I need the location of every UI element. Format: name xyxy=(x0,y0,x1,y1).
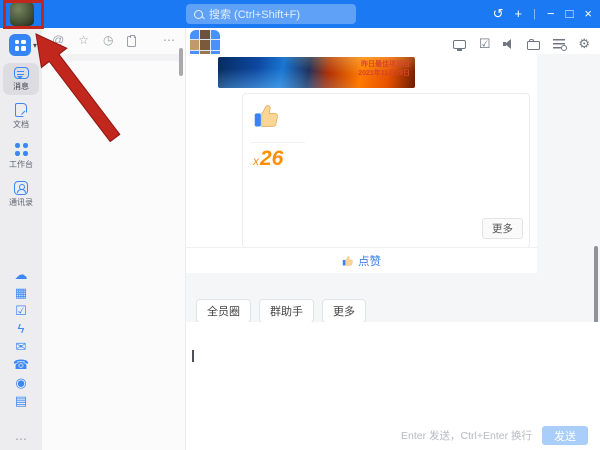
list-more-button[interactable]: ⋯ xyxy=(163,33,175,47)
nav-label: 消息 xyxy=(13,81,29,92)
chat-header-actions: ☑ ⚙ xyxy=(453,36,590,52)
nav-label: 工作台 xyxy=(9,159,33,170)
minimize-button[interactable]: − xyxy=(547,0,555,28)
task-icon[interactable]: ☑ xyxy=(479,36,491,52)
sidebar-item-messages[interactable]: 消息 xyxy=(3,63,39,95)
chat-panel: ☑ ⚙ 昨日最佳项目组 2021年11月29日 x26 xyxy=(186,28,600,450)
mention-icon[interactable]: @ xyxy=(52,33,64,47)
disc-icon[interactable]: ◉ xyxy=(15,376,26,390)
cloud-drive-icon[interactable]: ☁ xyxy=(15,268,28,282)
praise-card: x26 更多 xyxy=(242,93,530,248)
banner-caption: 昨日最佳项目组 2021年11月29日 xyxy=(358,61,410,78)
search-history-icon[interactable] xyxy=(553,39,565,49)
lightning-icon[interactable]: ϟ xyxy=(18,322,25,336)
text-cursor xyxy=(192,350,194,362)
like-label: 点赞 xyxy=(358,253,381,269)
like-action[interactable]: 点赞 xyxy=(186,247,537,273)
document-icon xyxy=(15,103,27,117)
app-window: 搜索 (Ctrl+Shift+F) ↺ + | − □ × ▾ 消息 xyxy=(0,0,600,450)
video-meeting-icon[interactable] xyxy=(453,40,466,49)
list-toolbar: @ ☆ ◷ ⋯ xyxy=(42,28,185,49)
quick-tabs: 全员圈 群助手 更多 xyxy=(196,299,366,323)
maximize-button[interactable]: □ xyxy=(566,0,574,28)
tab-more[interactable]: 更多 xyxy=(322,299,366,323)
global-search-input[interactable]: 搜索 (Ctrl+Shift+F) xyxy=(186,4,356,24)
primary-nav: 消息 文档 工作台 通讯录 xyxy=(0,63,42,211)
banner-image[interactable]: 昨日最佳项目组 2021年11月29日 xyxy=(218,57,415,88)
list-placeholder xyxy=(47,54,180,61)
announcement-icon[interactable] xyxy=(503,39,514,49)
send-button[interactable]: 发送 xyxy=(542,426,588,445)
folder-icon[interactable] xyxy=(527,41,540,50)
todo-icon[interactable]: ☑ xyxy=(15,304,27,318)
phone-icon[interactable]: ☎ xyxy=(13,358,29,372)
clock-icon[interactable]: ◷ xyxy=(103,33,113,47)
left-sidebar: ▾ 消息 文档 工作台 通讯录 ☁ ▦ ☑ ϟ ✉ xyxy=(0,28,42,450)
contacts-icon xyxy=(14,181,28,195)
clipboard-icon[interactable] xyxy=(127,36,136,47)
star-icon[interactable]: ☆ xyxy=(78,33,89,47)
search-icon xyxy=(194,10,203,19)
sidebar-tools: ☁ ▦ ☑ ϟ ✉ ☎ ◉ ▤ xyxy=(0,268,42,408)
window-controls: ↺ + | − □ × xyxy=(493,0,592,28)
grid-icon xyxy=(15,40,26,51)
mail-icon[interactable]: ✉ xyxy=(16,340,27,354)
sidebar-item-contacts[interactable]: 通讯录 xyxy=(3,177,39,211)
chat-scrollbar[interactable] xyxy=(594,246,598,324)
calendar-icon[interactable]: ▦ xyxy=(15,286,27,300)
conversation-list-panel: @ ☆ ◷ ⋯ xyxy=(42,28,186,450)
nav-label: 通讯录 xyxy=(9,197,33,208)
list-scrollbar[interactable] xyxy=(179,48,183,76)
message-area: 昨日最佳项目组 2021年11月29日 x26 更多 点赞 xyxy=(186,54,600,322)
gear-icon[interactable]: ⚙ xyxy=(578,36,590,52)
history-icon[interactable]: ↺ xyxy=(493,0,504,28)
controls-divider: | xyxy=(533,0,536,28)
chevron-down-icon[interactable]: ▾ xyxy=(33,41,37,50)
sidebar-item-workbench[interactable]: 工作台 xyxy=(3,137,39,173)
send-hint: Enter 发送，Ctrl+Enter 换行 xyxy=(401,428,532,443)
praise-message-bubble: 昨日最佳项目组 2021年11月29日 x26 更多 点赞 xyxy=(186,54,537,273)
chat-bubble-icon xyxy=(14,67,29,79)
new-chat-icon[interactable]: + xyxy=(515,0,523,28)
sidebar-more-button[interactable]: ⋯ xyxy=(0,432,42,446)
annotation-box xyxy=(3,0,44,29)
tab-all-members[interactable]: 全员圈 xyxy=(196,299,251,323)
tab-group-assistant[interactable]: 群助手 xyxy=(259,299,314,323)
app-launcher-button[interactable] xyxy=(9,34,31,56)
search-placeholder: 搜索 (Ctrl+Shift+F) xyxy=(209,6,300,22)
titlebar: 搜索 (Ctrl+Shift+F) ↺ + | − □ × xyxy=(0,0,600,28)
close-button[interactable]: × xyxy=(584,0,592,28)
nav-label: 文档 xyxy=(13,119,29,130)
workbench-icon xyxy=(15,143,20,148)
card-divider xyxy=(251,142,305,143)
more-button[interactable]: 更多 xyxy=(482,218,523,239)
drawer-icon[interactable]: ▤ xyxy=(15,394,27,408)
thumbs-up-emoji xyxy=(253,102,281,130)
sidebar-item-docs[interactable]: 文档 xyxy=(3,99,39,133)
thumbs-up-small-icon xyxy=(342,255,354,267)
praise-count: x26 xyxy=(253,147,283,171)
input-footer: Enter 发送，Ctrl+Enter 换行 发送 xyxy=(401,426,588,445)
